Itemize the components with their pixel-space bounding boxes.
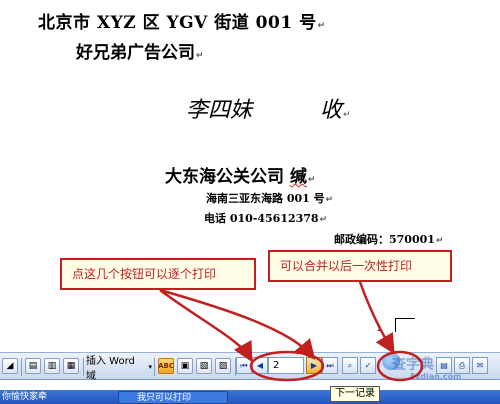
paragraph-mark: ↵	[343, 110, 351, 120]
record-number-input[interactable]: 2	[268, 357, 304, 374]
paragraph-mark: ↵	[317, 21, 326, 31]
page-icon[interactable]: ▥	[44, 358, 60, 374]
watermark-text: 查字典	[392, 357, 434, 373]
callout-merge-print: 可以合并以后一次性打印	[268, 250, 452, 282]
sender-company: 大东海公关公司 缄↵	[165, 162, 315, 187]
watermark: 查字典 5zdian.com	[392, 354, 461, 381]
sender-company-suffix: 缄	[289, 167, 307, 187]
merge-to-email-icon[interactable]: ✉	[472, 357, 488, 374]
paragraph-mark: ↵	[307, 175, 316, 185]
recipient-suffix: 收↵	[320, 92, 351, 124]
sender-postcode: 邮政编码：570001↵	[334, 231, 443, 247]
dropdown-arrow-icon: ▾	[148, 363, 152, 371]
propagate-labels-icon[interactable]: ▨	[215, 358, 231, 374]
callout-individual-print: 点这几个按钮可以逐个打印	[60, 258, 256, 290]
page-icon[interactable]: ▤	[25, 358, 41, 374]
insert-word-field-button[interactable]: 插入 Word 域 ▾	[86, 356, 152, 382]
paragraph-mark: ↵	[435, 236, 444, 246]
text: 海南三亚东海路 001 号	[206, 192, 325, 205]
separator	[83, 358, 84, 376]
recipient-address-line2: 好兄弟广告公司↵	[76, 38, 204, 63]
abc-view-merged-data-icon[interactable]: ABC	[158, 358, 174, 374]
separator	[21, 358, 22, 376]
taskbar-item-active[interactable]: 我只可以打印	[118, 391, 228, 404]
text: 好兄弟广告公司	[76, 43, 195, 63]
check-errors-icon[interactable]: ✓	[360, 357, 376, 374]
find-record-icon[interactable]: ⌕	[342, 357, 358, 374]
text: 电话 010-45612378	[204, 212, 319, 225]
sender-company-name: 大东海公关公司	[165, 167, 284, 187]
page-icon[interactable]: ▦	[63, 358, 79, 374]
next-record-icon[interactable]: ▶	[306, 357, 322, 374]
taskbar-item[interactable]: 你愉快家牵	[2, 391, 82, 404]
match-fields-icon[interactable]: ▧	[196, 358, 212, 374]
recipient-name: 李四妹	[186, 98, 253, 123]
sender-phone: 电话 010-45612378↵	[204, 210, 327, 226]
separator	[154, 358, 155, 376]
button-label: 插入 Word 域	[86, 356, 135, 382]
toolbar-handle-icon[interactable]: ◢	[2, 358, 18, 374]
next-record-tooltip: 下一记录	[330, 386, 380, 402]
highlight-fields-icon[interactable]: ▣	[177, 358, 193, 374]
recipient-address-line1: 北京市 XYZ 区 YGV 街道 001 号↵	[38, 8, 326, 33]
paragraph-mark: ↵	[325, 195, 334, 205]
text: 收	[320, 98, 343, 123]
paragraph-mark: ↵	[319, 215, 328, 225]
last-record-icon[interactable]: ⏭	[322, 357, 338, 374]
margin-number: 1	[376, 324, 382, 334]
previous-record-icon[interactable]: ◀	[252, 357, 268, 374]
text: 北京市 XYZ 区 YGV 街道 001 号	[38, 13, 317, 33]
paragraph-mark: ↵	[196, 51, 204, 61]
text: 邮政编码：570001	[334, 233, 435, 246]
taskbar: 你愉快家牵 我只可以打印	[0, 390, 500, 404]
watermark-sub: 5zdian.com	[410, 372, 462, 381]
sender-address: 海南三亚东海路 001 号↵	[206, 190, 333, 206]
first-record-icon[interactable]: ⏮	[236, 357, 252, 374]
margin-corner-mark	[395, 318, 415, 332]
